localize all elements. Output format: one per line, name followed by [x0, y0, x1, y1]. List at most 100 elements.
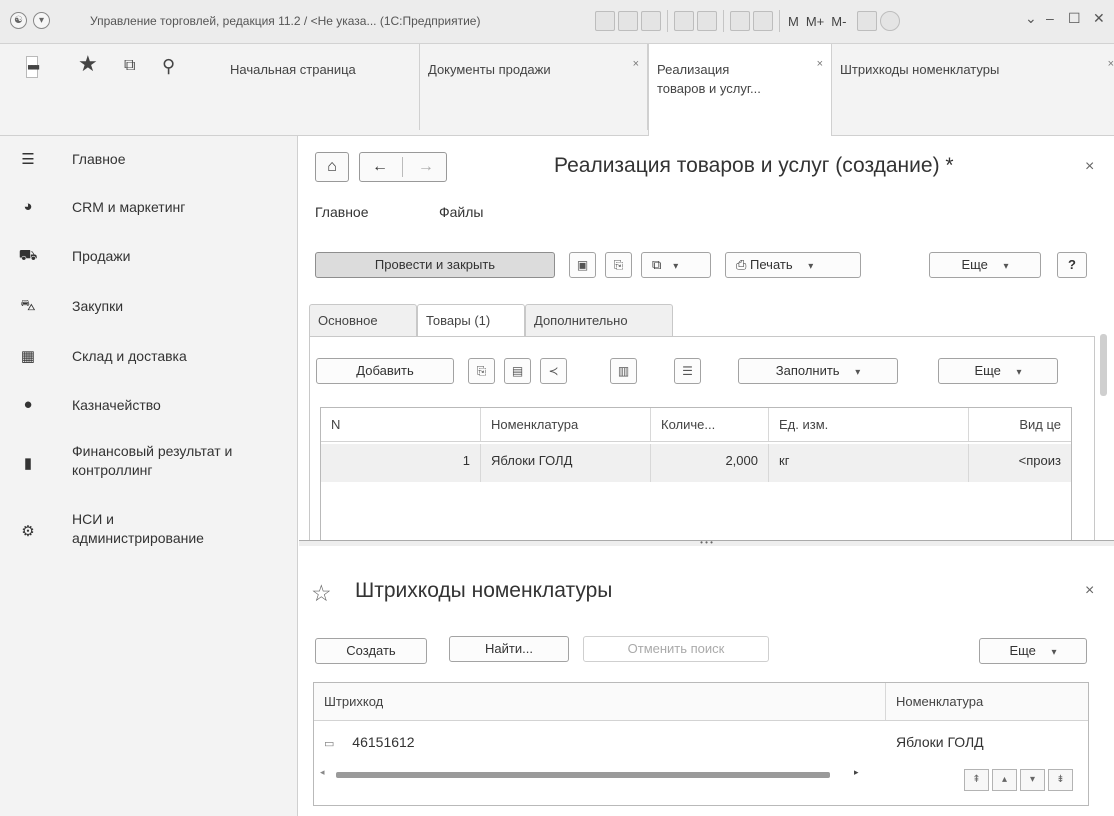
forward-arrow-icon[interactable]: →	[418, 158, 434, 175]
close-window-icon[interactable]: ✕	[1093, 10, 1105, 27]
page-title: Реализация товаров и услуг (создание) *	[554, 154, 954, 177]
close-icon[interactable]: ×	[817, 58, 823, 70]
fill-button[interactable]: Заполнить ▾	[738, 358, 898, 384]
sidebar-item-label: Казначейство	[72, 397, 161, 413]
sidebar-item-treasury[interactable]: ● Казначейство	[0, 396, 298, 426]
history-icon[interactable]: ⧉	[124, 56, 135, 76]
sidebar-item-purchases[interactable]: ⛍ Закупки	[0, 297, 298, 327]
cancel-search-button[interactable]: Отменить поиск	[583, 636, 769, 662]
save-icon[interactable]	[595, 11, 615, 31]
post-document-icon: ⎘	[613, 258, 624, 272]
column-header-barcode[interactable]: Штрихкод	[314, 683, 886, 720]
tab-sales-documents[interactable]: Документы продажи ×	[420, 44, 648, 130]
more-button[interactable]: Еще ▾	[929, 252, 1041, 278]
scrollbar-thumb[interactable]	[1100, 334, 1107, 396]
copy-row-button[interactable]: ⎘	[468, 358, 495, 384]
memory-plus-button[interactable]: M+	[804, 14, 826, 29]
apps-grid-icon[interactable]: ▪▪▪	[26, 56, 40, 78]
help-button[interactable]: ?	[1057, 252, 1087, 278]
sidebar-item-sales[interactable]: ⛟ Продажи	[0, 247, 298, 277]
maximize-icon[interactable]: ☐	[1068, 10, 1081, 27]
find-button[interactable]: Найти...	[449, 636, 569, 662]
barcodes-more-button[interactable]: Еще ▾	[979, 638, 1087, 664]
post-button[interactable]: ⎘	[605, 252, 632, 278]
goods-more-button[interactable]: Еще ▾	[938, 358, 1058, 384]
page-down-button[interactable]: ▾	[1020, 769, 1045, 791]
scroll-left-icon[interactable]: ◂	[320, 767, 325, 778]
add-row-button[interactable]: Добавить	[316, 358, 454, 384]
collapse-chevron-icon[interactable]: ⌄	[1025, 10, 1037, 27]
tab-label: Документы продажи	[428, 62, 551, 77]
tab-label-line1: Реализация	[657, 62, 730, 77]
share-icon: ≺	[548, 364, 559, 378]
favorite-icon[interactable]	[674, 11, 694, 31]
save-button[interactable]: ▣	[569, 252, 596, 278]
first-page-button[interactable]: ⇞	[964, 769, 989, 791]
sidebar-item-admin[interactable]: ⚙ НСИ и администрирование	[0, 510, 298, 554]
sidebar-item-main[interactable]: ☰ Главное	[0, 150, 298, 180]
horizontal-scrollbar[interactable]: ◂ ▸	[314, 767, 882, 781]
star-outline-icon[interactable]: ☆	[311, 580, 332, 607]
back-arrow-icon[interactable]: ←	[372, 158, 388, 175]
minimize-icon[interactable]: –	[1046, 10, 1054, 26]
column-header-n[interactable]: N	[321, 408, 481, 441]
create-based-on-button[interactable]: ⧉ ▾	[641, 252, 711, 278]
print-icon[interactable]	[618, 11, 638, 31]
titlebar-toolbar: M M+ M-	[595, 10, 901, 32]
calendar-icon[interactable]	[730, 11, 750, 31]
main-menu-icon[interactable]: ▾	[33, 12, 50, 29]
search-icon[interactable]: ⚲	[162, 56, 175, 76]
close-icon[interactable]: ×	[1108, 58, 1114, 70]
home-button[interactable]: ⌂	[315, 152, 349, 182]
tab-additional[interactable]: Дополнительно	[525, 304, 673, 336]
tab-barcodes[interactable]: Штрихкоды номенклатуры ×	[832, 44, 1114, 130]
barcode-scan-button[interactable]: ▥	[610, 358, 637, 384]
vertical-scrollbar[interactable]	[1097, 300, 1109, 516]
table-row[interactable]: 1 Яблоки ГОЛД 2,000 кг <произ	[321, 444, 1071, 482]
memory-button[interactable]: M	[786, 14, 801, 29]
calculator-icon[interactable]	[753, 11, 773, 31]
column-header-unit[interactable]: Ед. изм.	[769, 408, 969, 441]
star-icon[interactable]: ★	[78, 53, 98, 75]
sidebar-item-crm[interactable]: ◕ CRM и маркетинг	[0, 198, 298, 228]
close-form-icon[interactable]: ×	[1085, 582, 1094, 600]
tab-main[interactable]: Основное	[309, 304, 417, 336]
cell-price-type: <произ	[1018, 453, 1061, 468]
column-header-item[interactable]: Номенклатура	[886, 683, 1088, 720]
tab-home[interactable]: Начальная страница	[222, 44, 420, 130]
page-up-button[interactable]: ▴	[992, 769, 1017, 791]
scrollbar-thumb[interactable]	[336, 772, 830, 778]
close-form-icon[interactable]: ×	[1085, 158, 1094, 176]
create-button[interactable]: Создать	[315, 638, 427, 664]
share-button[interactable]: ≺	[540, 358, 567, 384]
sidebar-item-warehouse[interactable]: ▦ Склад и доставка	[0, 347, 298, 377]
app-logo-icon[interactable]: ☯	[10, 12, 27, 29]
preview-icon[interactable]	[641, 11, 661, 31]
scroll-right-icon[interactable]: ▸	[854, 767, 859, 778]
chevron-down-icon: ▾	[1016, 367, 1022, 378]
menu-lines-icon: ☰	[21, 151, 35, 168]
info-icon[interactable]	[880, 11, 901, 31]
post-and-close-button[interactable]: Провести и закрыть	[315, 252, 555, 278]
history-nav: ← →	[359, 152, 447, 182]
bar-chart-icon: ▮	[23, 455, 33, 472]
memory-minus-button[interactable]: M-	[829, 14, 848, 29]
print-button[interactable]: ⎙ Печать ▾	[725, 252, 861, 278]
sidebar-item-label: Финансовый результат и контроллинг	[72, 442, 287, 480]
paste-row-button[interactable]: ▤	[504, 358, 531, 384]
panels-icon[interactable]	[857, 11, 878, 31]
sidebar-item-finance[interactable]: ▮ Финансовый результат и контроллинг	[0, 442, 298, 486]
column-header-price-type[interactable]: Вид це	[969, 408, 1071, 441]
form-menu-main[interactable]: Главное	[315, 204, 369, 220]
tab-goods[interactable]: Товары (1)	[417, 304, 525, 337]
form-menu-files[interactable]: Файлы	[439, 204, 483, 220]
select-items-button[interactable]: ☰	[674, 358, 701, 384]
column-header-item[interactable]: Номенклатура	[481, 408, 651, 441]
link-icon[interactable]	[697, 11, 717, 31]
column-header-quantity[interactable]: Количе...	[651, 408, 769, 441]
close-icon[interactable]: ×	[633, 58, 639, 70]
tab-sales-realization[interactable]: Реализация товаров и услуг... ×	[648, 44, 832, 136]
list-icon: ☰	[682, 364, 693, 378]
last-page-button[interactable]: ⇟	[1048, 769, 1073, 791]
table-row[interactable]: ▭ 46151612 Яблоки ГОЛД	[314, 725, 1088, 763]
